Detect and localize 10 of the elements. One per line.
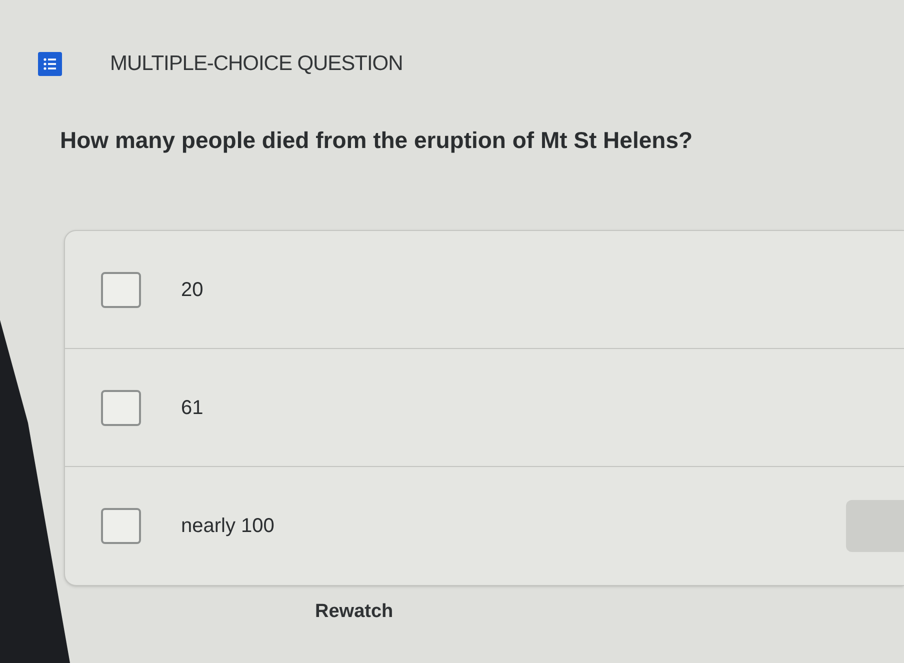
question-type-title: MULTIPLE-CHOICE QUESTION (110, 52, 403, 76)
option-label: 61 (181, 396, 204, 420)
checkbox[interactable] (101, 390, 141, 426)
checkbox[interactable] (101, 508, 141, 544)
question-text: How many people died from the eruption of Mt St Helens? (60, 126, 693, 154)
option-label: nearly 100 (181, 514, 274, 538)
numbered-list-icon (38, 52, 62, 76)
option-label: 20 (181, 278, 204, 302)
rewatch-button[interactable]: Rewatch (315, 600, 394, 624)
checkbox[interactable] (101, 272, 141, 308)
